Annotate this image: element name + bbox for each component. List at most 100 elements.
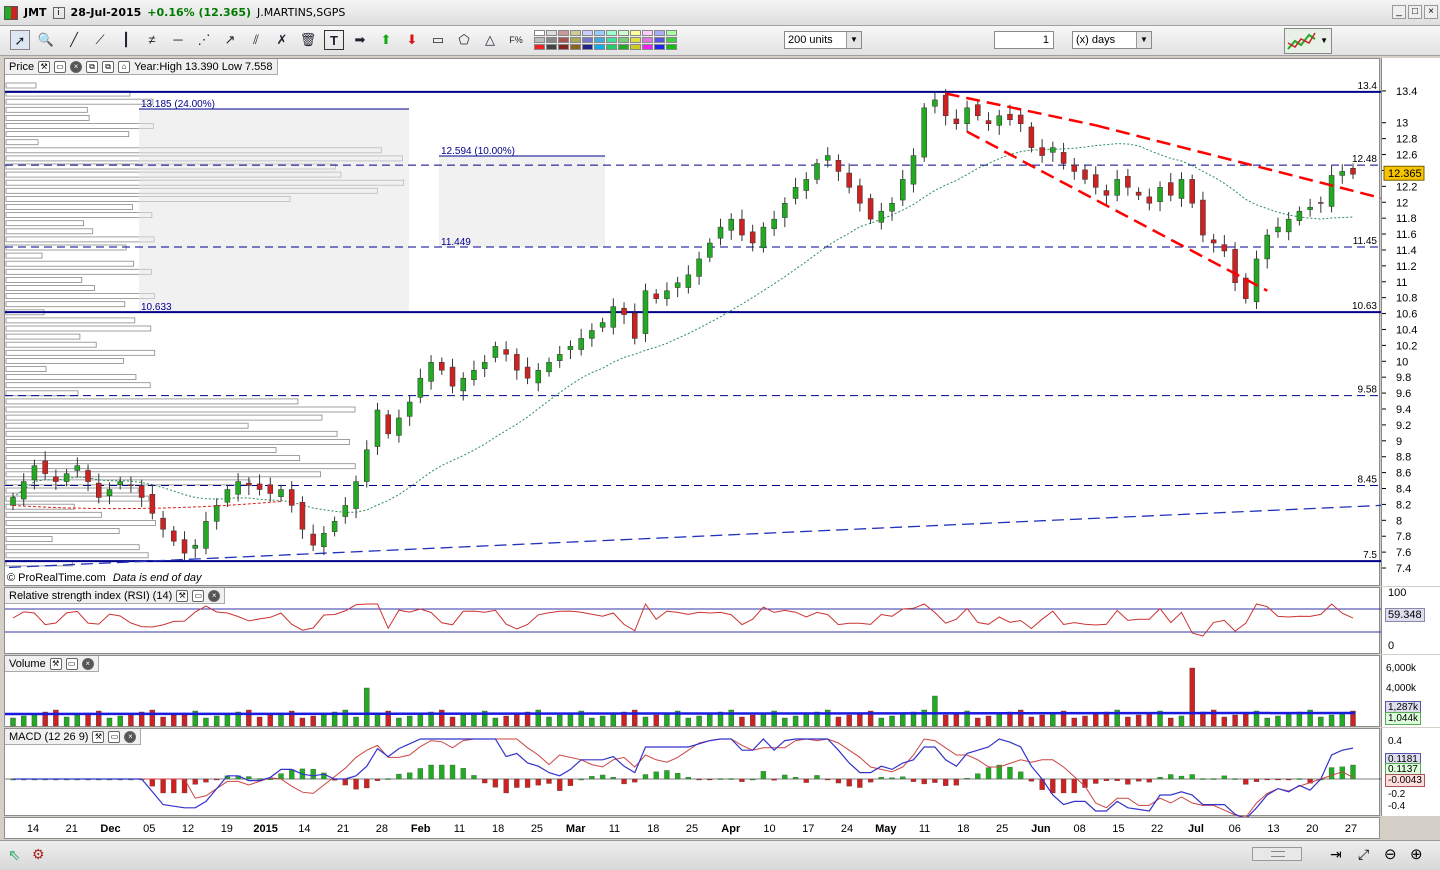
pitchfork-icon[interactable]: ⫽ (246, 30, 266, 50)
candle-body (1350, 168, 1356, 175)
candle-body (524, 366, 531, 379)
rsi-value-badge: 59.348 (1385, 608, 1425, 622)
candle-body (1307, 206, 1313, 210)
close-icon[interactable]: × (70, 60, 83, 73)
macd-panel[interactable]: MACD (12 26 9) ⚒ ▭ × (4, 728, 1381, 817)
units-select[interactable]: 200 units ▼ (784, 31, 862, 49)
color-palette[interactable] (534, 30, 684, 52)
chart-type-button[interactable]: ▼ (1284, 28, 1332, 54)
volume-bar (1146, 712, 1153, 727)
candle (417, 368, 424, 404)
candle-body (503, 349, 509, 355)
close-icon[interactable]: × (81, 657, 94, 670)
price-panel[interactable]: 13.4 12.48 11.45 10.63 9.58 8.45 7.5 13.185 (24… (4, 58, 1381, 587)
candle (1103, 184, 1110, 205)
volume-profile-bar (5, 115, 90, 121)
wrench-icon[interactable]: ⚒ (38, 60, 51, 73)
close-icon[interactable]: × (124, 730, 137, 743)
volume-profile-bar (5, 212, 153, 219)
horizontal-line-icon[interactable]: ─ (168, 30, 188, 50)
candle-body (782, 203, 788, 218)
credit-source: © ProRealTime.com (7, 572, 106, 584)
paste-icon[interactable]: ⧉ (102, 60, 115, 73)
candle-body (632, 312, 638, 339)
zoom-in-icon[interactable]: ⊕ (1410, 845, 1423, 863)
macd-histogram-bar (396, 773, 402, 780)
macd-histogram-bar (900, 776, 906, 780)
candle-body (953, 118, 960, 124)
volume-bar (246, 709, 252, 727)
candle-body (85, 470, 91, 482)
wrench-icon[interactable]: ✗ (272, 30, 292, 50)
close-icon[interactable]: × (208, 589, 221, 602)
rsi-panel[interactable]: Relative strength index (RSI) (14) ⚒ ▭ × (4, 587, 1381, 654)
fibonacci-tool-icon[interactable]: F% (506, 30, 526, 50)
arrow-right-icon[interactable]: ➡ (350, 30, 370, 50)
info-icon[interactable]: i (52, 6, 65, 19)
buy-arrow-icon[interactable]: ⬆ (376, 30, 396, 50)
macd-histogram-bar (460, 768, 466, 780)
macd-histogram-bar (1050, 778, 1056, 794)
indicator-icon[interactable]: ⚙ (32, 846, 45, 863)
scrollbar-thumb[interactable] (1271, 851, 1285, 857)
candle (932, 91, 938, 114)
window-icon[interactable]: ▭ (65, 657, 78, 670)
wrench-icon[interactable]: ⚒ (92, 730, 105, 743)
line-tool-icon[interactable]: ╱ (64, 30, 84, 50)
maximize-button[interactable]: □ (1408, 5, 1422, 19)
volume-panel[interactable]: Volume ⚒ ▭ × (4, 655, 1380, 727)
expand-icon[interactable]: ⤢ (1358, 846, 1369, 863)
window-icon[interactable]: ▭ (108, 730, 121, 743)
candle (1050, 141, 1056, 162)
zoom-out-icon[interactable]: ⊖ (1384, 845, 1397, 863)
wrench-icon[interactable]: ⚒ (49, 657, 62, 670)
candle-body (278, 489, 284, 497)
rectangle-tool-icon[interactable]: ▭ (428, 30, 448, 50)
time-axis-label: Jun (1031, 823, 1051, 835)
ray-tool-icon[interactable]: ⟋ (90, 30, 110, 50)
window-icon[interactable]: ▭ (192, 589, 205, 602)
window-icon[interactable]: ▭ (54, 60, 67, 73)
sell-arrow-icon[interactable]: ⬇ (402, 30, 422, 50)
scroll-end-icon[interactable]: ⇥ (1330, 846, 1342, 863)
candle-body (160, 517, 166, 530)
candle-body (449, 366, 456, 387)
price-tick-label: 11 (1396, 277, 1407, 289)
close-button[interactable]: × (1424, 5, 1438, 19)
price-chart[interactable]: 13.4 12.48 11.45 10.63 9.58 8.45 7.5 13.185 (24… (5, 59, 1381, 587)
horizontal-scrollbar[interactable] (1252, 847, 1302, 861)
copy-icon[interactable]: ⧉ (86, 60, 99, 73)
vertical-line-icon[interactable]: ┃ (116, 30, 136, 50)
text-tool-icon[interactable]: T (324, 30, 344, 50)
candle-body (1028, 126, 1035, 148)
time-axis-label: 12 (182, 823, 194, 835)
minimize-button[interactable]: _ (1392, 5, 1406, 19)
trash-icon[interactable]: 🗑 (298, 30, 318, 50)
pointer-icon[interactable]: ➚ (10, 30, 30, 50)
candle (406, 396, 413, 426)
triangle-tool-icon[interactable]: △ (480, 30, 500, 50)
candle-body (985, 120, 992, 124)
candle (1092, 166, 1099, 195)
macd-histogram-bar (610, 777, 616, 780)
channel-tool-icon[interactable]: ≠ (142, 30, 162, 50)
candle (878, 202, 885, 230)
fan-tool-icon[interactable]: ⋰ (194, 30, 214, 50)
price-axis[interactable]: 13.41312.812.612.412.21211.811.611.411.2… (1381, 58, 1440, 586)
current-price-label: 12.365 (1388, 168, 1422, 180)
arrange-icon[interactable]: ⇖ (8, 846, 21, 864)
volume-bar (10, 717, 16, 727)
price-tick-label: 10.2 (1396, 340, 1417, 352)
macd-tick-minus-0.4: -0.4 (1388, 801, 1406, 812)
price-tick-label: 8.8 (1396, 452, 1411, 464)
macd-axis: 0.4 0.1181 0.1137 -0.0043 -0.2 -0.4 (1381, 728, 1440, 816)
volume-profile-bar (5, 341, 97, 348)
arrow-tool-icon[interactable]: ↗ (220, 30, 240, 50)
time-axis[interactable]: 14 21 Dec 05 12 19 2015 14 21 28 Feb 11 18 25 Mar 11 18 2… (4, 817, 1380, 839)
wrench-icon[interactable]: ⚒ (176, 589, 189, 602)
period-input[interactable]: 1 (994, 31, 1054, 49)
zoom-icon[interactable]: 🔍 (36, 30, 56, 50)
polygon-tool-icon[interactable]: ⬠ (454, 30, 474, 50)
period-unit-select[interactable]: (x) days ▼ (1072, 31, 1152, 49)
lock-icon[interactable]: ⌂ (118, 60, 131, 73)
